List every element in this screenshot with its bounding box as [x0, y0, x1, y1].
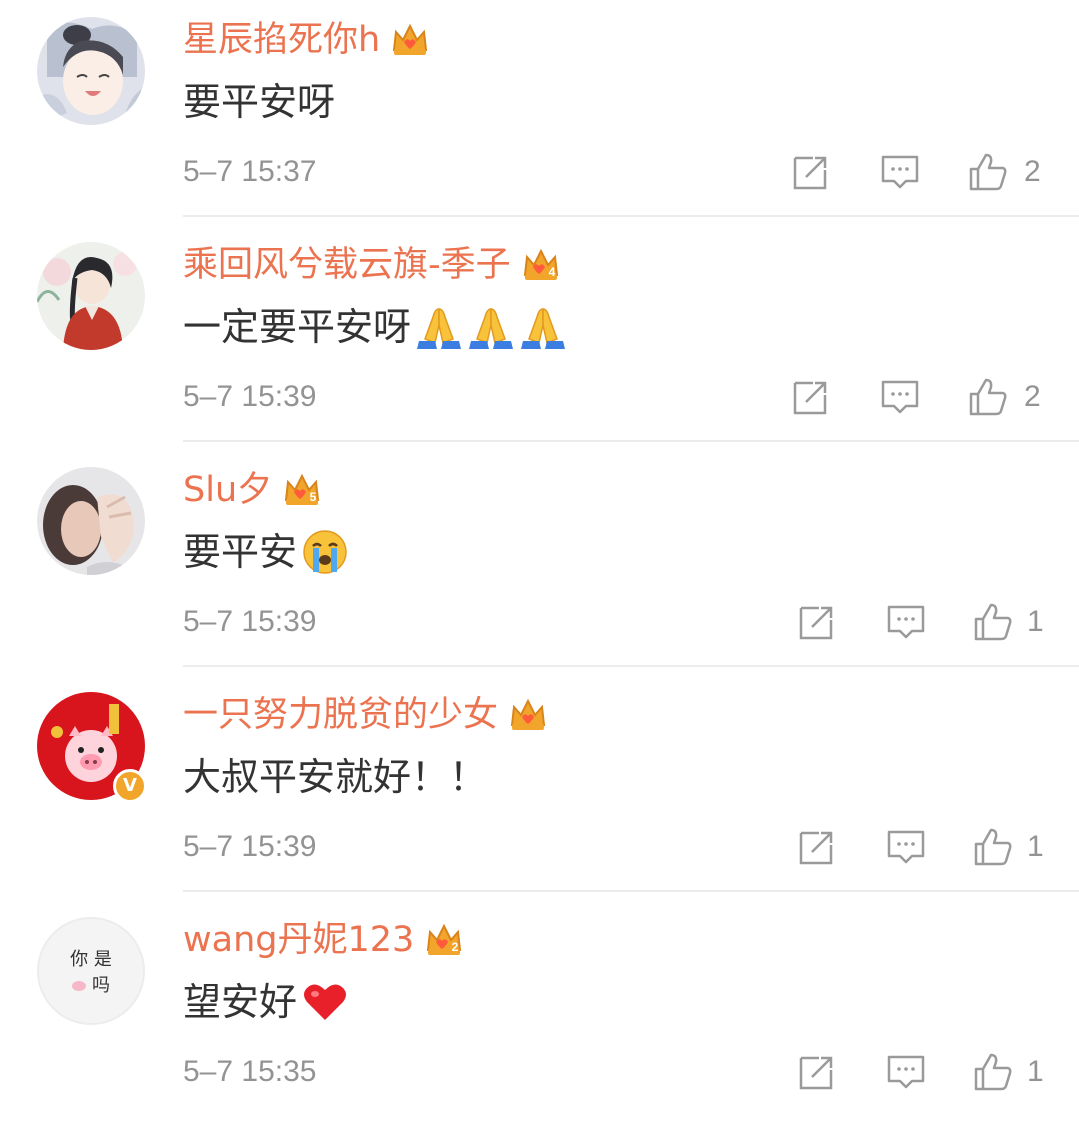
repost-icon[interactable] [797, 1052, 837, 1092]
comment-item: V 一只努力脱贫的少女 大叔平安就好！！ 5–7 15:39 1 [0, 675, 1079, 900]
comment-item: 你 是 吗 wang丹妮123 2 望安好 5–7 15:35 1 [0, 900, 1079, 1125]
repost-icon[interactable] [797, 827, 837, 867]
comment-text-row: 大叔平安就好！！ [183, 753, 487, 801]
comment-icon[interactable] [886, 602, 926, 642]
comment-time: 5–7 15:39 [183, 605, 317, 638]
username[interactable]: wang丹妮123 [183, 918, 414, 962]
avatar-text: 你 是 [70, 949, 112, 970]
comment-text-row: 要平安呀 [183, 78, 335, 126]
comment-text: 望安好 [183, 980, 298, 1024]
comment-icon[interactable] [886, 1052, 926, 1092]
thumbs-up-icon[interactable] [968, 377, 1008, 417]
username-row: 一只努力脱贫的少女 [183, 693, 548, 737]
verified-badge: V [113, 769, 147, 803]
divider [183, 890, 1079, 892]
avatar[interactable] [37, 242, 145, 350]
crying-face-emoji [303, 530, 347, 574]
comment-text-row: 望安好 [183, 978, 349, 1026]
username[interactable]: 一只努力脱贫的少女 [183, 693, 498, 737]
red-heart-emoji [304, 984, 347, 1020]
comment-text-row: 一定要平安呀 [183, 303, 567, 351]
comment-item: 乘回风兮载云旗-季子 4 一定要平安呀 5–7 15:39 2 [0, 225, 1079, 450]
divider [183, 440, 1079, 442]
comment-text: 要平安呀 [183, 80, 336, 124]
username[interactable]: Slu夕 [183, 468, 272, 512]
username-row: Slu夕 5 [183, 468, 322, 512]
repost-icon[interactable] [791, 377, 831, 417]
vip-level: 5 [310, 490, 317, 504]
thumbs-up-icon[interactable] [973, 827, 1013, 867]
like-count: 1 [1027, 605, 1044, 638]
praying-hands-emoji [521, 308, 566, 349]
vip-crown-icon[interactable]: 4 [521, 245, 561, 285]
username-row: 星辰掐死你h [183, 18, 430, 62]
like-count: 2 [1024, 155, 1041, 188]
comment-icon[interactable] [886, 827, 926, 867]
comment-text: 一定要平安呀 [183, 305, 412, 349]
comment-time: 5–7 15:39 [183, 380, 317, 413]
praying-hands-emoji [469, 308, 514, 349]
comment-time: 5–7 15:37 [183, 155, 317, 188]
username-row: wang丹妮123 2 [183, 918, 464, 962]
avatar-text: 吗 [92, 975, 110, 996]
comment-text: 要平安 [183, 530, 298, 574]
comment-item: 星辰掐死你h 要平安呀 5–7 15:37 2 [0, 0, 1079, 225]
vip-level: 2 [452, 940, 459, 954]
repost-icon[interactable] [797, 602, 837, 642]
thumbs-up-icon[interactable] [968, 152, 1008, 192]
comment-text-row: 要平安 [183, 528, 349, 576]
vip-level: 4 [548, 265, 555, 279]
comment-time: 5–7 15:39 [183, 830, 317, 863]
avatar[interactable] [37, 467, 145, 575]
avatar[interactable]: 你 是 吗 [37, 917, 145, 1025]
vip-crown-icon[interactable] [508, 695, 548, 735]
username-row: 乘回风兮载云旗-季子 4 [183, 243, 561, 287]
vip-crown-icon[interactable]: 5 [282, 470, 322, 510]
divider [183, 665, 1079, 667]
thumbs-up-icon[interactable] [973, 602, 1013, 642]
vip-crown-icon[interactable]: 2 [424, 920, 464, 960]
comment-time: 5–7 15:35 [183, 1055, 317, 1088]
pig-icon [72, 981, 86, 991]
avatar[interactable] [37, 17, 145, 125]
comment-icon[interactable] [880, 152, 920, 192]
repost-icon[interactable] [791, 152, 831, 192]
divider [183, 215, 1079, 217]
praying-hands-emoji [417, 308, 462, 349]
thumbs-up-icon[interactable] [973, 1052, 1013, 1092]
username[interactable]: 乘回风兮载云旗-季子 [183, 243, 511, 287]
username[interactable]: 星辰掐死你h [183, 18, 380, 62]
comment-text: 大叔平安就好！！ [183, 755, 488, 799]
vip-crown-icon[interactable] [390, 20, 430, 60]
comment-item: Slu夕 5 要平安 5–7 15:39 1 [0, 450, 1079, 675]
like-count: 1 [1027, 1055, 1044, 1088]
like-count: 1 [1027, 830, 1044, 863]
comment-icon[interactable] [880, 377, 920, 417]
avatar-text-row: 吗 [39, 975, 143, 997]
like-count: 2 [1024, 380, 1041, 413]
